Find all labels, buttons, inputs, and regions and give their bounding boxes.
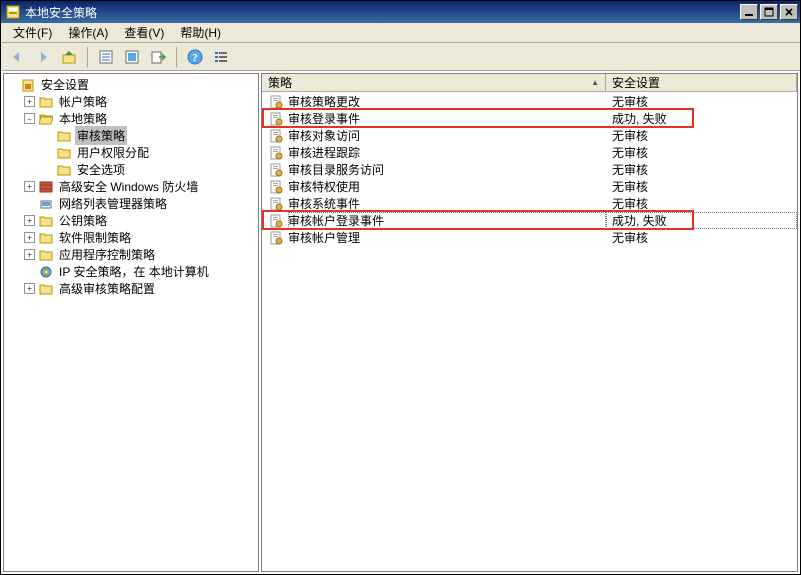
policy-icon — [268, 128, 284, 144]
forward-button[interactable] — [31, 45, 55, 69]
tree-acp[interactable]: + 应用程序控制策略 — [22, 246, 258, 263]
list-item[interactable]: 审核帐户登录事件成功, 失败 — [262, 212, 797, 229]
list-item[interactable]: 审核目录服务访问无审核 — [262, 161, 797, 178]
tree-user-rights[interactable]: 用户权限分配 — [40, 144, 258, 161]
tree-pane[interactable]: 安全设置 + 帐户策略 − 本地策略 — [3, 73, 259, 572]
folder-open-icon — [38, 111, 54, 127]
tree-ipsec[interactable]: IP 安全策略，在 本地计算机 — [22, 263, 258, 280]
list-body[interactable]: 审核策略更改无审核 审核登录事件成功, 失败 审核对象访问无审核 审核进程跟踪无… — [262, 92, 797, 571]
policy-icon — [268, 111, 284, 127]
policy-icon — [268, 230, 284, 246]
tree-account-policies[interactable]: + 帐户策略 — [22, 93, 258, 110]
toolbar-separator-2 — [176, 47, 177, 67]
menu-help[interactable]: 帮助(H) — [172, 22, 229, 43]
tree-root[interactable]: 安全设置 + 帐户策略 − 本地策略 — [4, 76, 258, 297]
content-area: 安全设置 + 帐户策略 − 本地策略 — [1, 71, 800, 574]
policy-icon — [268, 162, 284, 178]
menu-file[interactable]: 文件(F) — [5, 22, 60, 43]
expand-icon[interactable]: + — [24, 232, 35, 243]
collapse-icon[interactable]: − — [24, 113, 35, 124]
list-item[interactable]: 审核对象访问无审核 — [262, 127, 797, 144]
policy-icon — [268, 196, 284, 212]
menu-bar: 文件(F) 操作(A) 查看(V) 帮助(H) — [1, 23, 800, 43]
header-setting[interactable]: 安全设置 — [606, 74, 797, 91]
maximize-button[interactable] — [760, 4, 778, 20]
list-item[interactable]: 审核登录事件成功, 失败 — [262, 110, 797, 127]
menu-action[interactable]: 操作(A) — [60, 22, 116, 43]
refresh-button[interactable] — [120, 45, 144, 69]
tree-pk[interactable]: + 公钥策略 — [22, 212, 258, 229]
folder-icon — [56, 128, 72, 144]
toolbar: ? — [1, 43, 800, 71]
window-buttons — [740, 4, 798, 20]
tree-aapc[interactable]: + 高级审核策略配置 — [22, 280, 258, 297]
header-policy[interactable]: 策略 ▲ — [262, 74, 606, 91]
expand-icon[interactable]: + — [24, 249, 35, 260]
tree-local-policies[interactable]: − 本地策略 — [22, 110, 258, 127]
svg-text:?: ? — [192, 52, 198, 64]
expand-icon[interactable]: + — [24, 96, 35, 107]
policy-icon — [268, 145, 284, 161]
close-button[interactable] — [780, 4, 798, 20]
folder-icon — [38, 94, 54, 110]
folder-icon — [38, 281, 54, 297]
window-title: 本地安全策略 — [25, 4, 740, 21]
export-button[interactable] — [146, 45, 170, 69]
tree-security-options[interactable]: 安全选项 — [40, 161, 258, 178]
folder-icon — [38, 213, 54, 229]
app-icon — [5, 4, 21, 20]
title-bar: 本地安全策略 — [1, 1, 800, 23]
expand-icon[interactable]: + — [24, 181, 35, 192]
folder-icon — [56, 145, 72, 161]
properties-button[interactable] — [94, 45, 118, 69]
policy-icon — [268, 94, 284, 110]
toolbar-separator — [87, 47, 88, 67]
list-mode-button[interactable] — [209, 45, 233, 69]
list-item[interactable]: 审核系统事件无审核 — [262, 195, 797, 212]
network-icon — [38, 196, 54, 212]
up-button[interactable] — [57, 45, 81, 69]
firewall-icon — [38, 179, 54, 195]
expand-icon[interactable]: + — [24, 283, 35, 294]
list-item[interactable]: 审核策略更改无审核 — [262, 93, 797, 110]
policy-icon — [268, 179, 284, 195]
expand-icon[interactable]: + — [24, 215, 35, 226]
list-item[interactable]: 审核进程跟踪无审核 — [262, 144, 797, 161]
list-header: 策略 ▲ 安全设置 — [262, 74, 797, 92]
folder-icon — [56, 162, 72, 178]
tree-nlm[interactable]: 网络列表管理器策略 — [22, 195, 258, 212]
security-settings-icon — [20, 77, 36, 93]
menu-view[interactable]: 查看(V) — [116, 22, 172, 43]
list-pane: 策略 ▲ 安全设置 审核策略更改无审核 审核登录事件成功, 失败 审核对象访问无… — [261, 73, 798, 572]
tree-srp[interactable]: + 软件限制策略 — [22, 229, 258, 246]
list-item[interactable]: 审核帐户管理无审核 — [262, 229, 797, 246]
ipsec-icon — [38, 264, 54, 280]
folder-icon — [38, 247, 54, 263]
back-button[interactable] — [5, 45, 29, 69]
sort-asc-icon: ▲ — [591, 78, 599, 87]
tree-audit-policy[interactable]: 审核策略 — [40, 127, 258, 144]
help-button[interactable]: ? — [183, 45, 207, 69]
tree-wfas[interactable]: + 高级安全 Windows 防火墙 — [22, 178, 258, 195]
minimize-button[interactable] — [740, 4, 758, 20]
list-item[interactable]: 审核特权使用无审核 — [262, 178, 797, 195]
folder-icon — [38, 230, 54, 246]
policy-icon — [268, 213, 284, 229]
